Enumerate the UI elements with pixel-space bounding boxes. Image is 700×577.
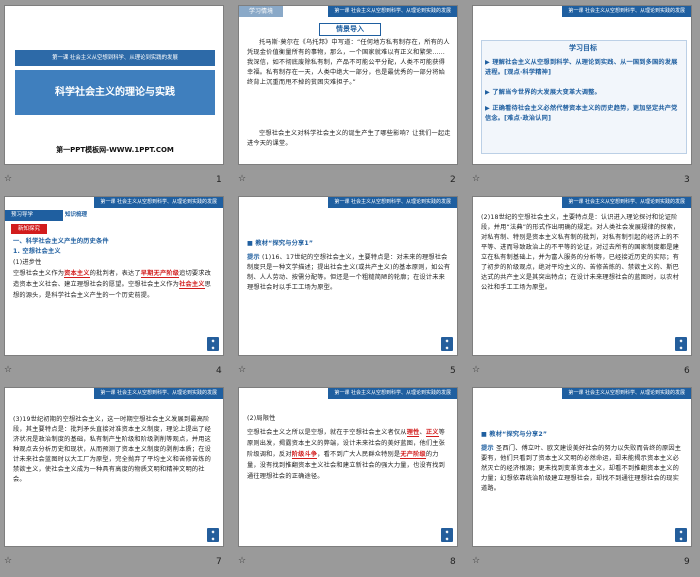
slide-4-text: 空想社会主义作为资本主义的批判者，表达了早期无产阶级追切要求改造资本主义社会、建… xyxy=(13,268,217,301)
slide-2-para2: 空想社会主义对科学社会主义的诞生产生了哪些影响？让我们一起走进今天的课堂。 xyxy=(247,130,451,147)
slide-3-goal-1: ▶ 理解社会主义从空想到科学、从理论到实践、从一国到多国的发展进程。[观点·科学… xyxy=(485,58,681,78)
slide-1-footer: 第一PPT模板网-WWW.1PPT.COM xyxy=(56,146,174,154)
slide-3-star-icon[interactable]: ☆ xyxy=(472,174,480,184)
slide-2-header: 第一课 社会主义从空想到科学、从理论到实践的发展 xyxy=(328,6,457,17)
slide-3-goal-2: ▶ 了解当今世界的大发展大变革大调整。 xyxy=(485,88,681,98)
slide-4-tag-text: 预习导学 xyxy=(11,212,34,218)
slide-4-fill-1: 资本主义 xyxy=(64,270,90,278)
slide-2-para1: 托马斯·莫尔在《乌托邦》中写道：“任何地方私有制存在，所有的人凭现金价值衡量所有… xyxy=(247,39,450,86)
slide-6-number: 6 xyxy=(684,366,690,376)
slide-5-subhead: ■ 教材“探究与分享1” xyxy=(247,239,313,249)
slide-3-number: 3 xyxy=(684,175,690,185)
slide-4-text-1: 空想社会主义作为 xyxy=(13,270,65,277)
slide-9-subhead-text: 教材“探究与分享2” xyxy=(489,431,548,438)
slide-4-star-icon[interactable]: ☆ xyxy=(4,365,12,375)
slide-1-banner: 第一课 社会主义从空想到科学、从理论到实践的发展 xyxy=(15,50,215,66)
slide-5-return-button[interactable]: ◆ ◆ xyxy=(441,337,453,351)
slide-9-subhead: ■ 教材“探究与分享2” xyxy=(481,430,547,440)
slide-7-star-icon[interactable]: ☆ xyxy=(4,556,12,566)
slide-5-answer: (1)16、17世纪的空想社会主义，主要特点是：对未来的理想社会制度只是一种文学… xyxy=(247,254,451,291)
slide-8-number: 8 xyxy=(450,557,456,567)
slide-9-text: 提示 圣西门、傅立叶、欧文建设美好社会的努力以失败而告终的原因主要有，他们只看到… xyxy=(481,444,685,494)
slide-6-return-button[interactable]: ◆ ◆ xyxy=(675,337,687,351)
slide-4-text-2: 的批判者，表达了 xyxy=(89,270,141,277)
slide-5[interactable]: 第一课 社会主义从空想到科学、从理论到实践的发展 ■ 教材“探究与分享1” 提示… xyxy=(238,196,458,356)
slide-2[interactable]: 学习情境 第一课 社会主义从空想到科学、从理论到实践的发展 情景导入 托马斯·莫… xyxy=(238,5,458,165)
slide-4-h1: 一、科学社会主义产生的历史条件 xyxy=(13,238,109,245)
slide-3-goal-1-text: 理解社会主义从空想到科学、从理论到实践、从一国到多国的发展进程。[观点·科学精神… xyxy=(485,59,678,76)
slide-5-subhead-text: 教材“探究与分享1” xyxy=(255,240,314,247)
slide-8-fill-2: 正义 xyxy=(425,429,439,437)
slide-5-prompt: 提示 xyxy=(247,254,260,261)
slide-7[interactable]: 第一课 社会主义从空想到科学、从理论到实践的发展 (3)19世纪初期的空想社会主… xyxy=(4,387,224,547)
slide-1[interactable]: 第一课 社会主义从空想到科学、从理论到实践的发展 科学社会主义的理论与实践 第一… xyxy=(4,5,224,165)
slide-8-text-3: ，看不到广大人民群众特别是 xyxy=(317,451,401,458)
slide-7-number: 7 xyxy=(216,557,222,567)
slide-2-star-icon[interactable]: ☆ xyxy=(238,174,246,184)
slide-1-title: 科学社会主义的理论与实践 xyxy=(15,70,215,115)
slide-9-return-button[interactable]: ◆ ◆ xyxy=(675,528,687,542)
slide-9-answer: 圣西门、傅立叶、欧文建设美好社会的努力以失败而告终的原因主要有，他们只看到了资本… xyxy=(481,445,682,492)
slide-4-fill-2: 早期无产阶级 xyxy=(140,270,180,278)
slide-4-number: 4 xyxy=(216,366,222,376)
slide-7-return-button[interactable]: ◆ ◆ xyxy=(207,528,219,542)
slide-8-fill-4: 无产阶级 xyxy=(400,451,426,459)
slide-1-banner-text: 第一课 社会主义从空想到科学、从理论到实践的发展 xyxy=(52,55,178,61)
slide-6-text: (2)18世纪的空想社会主义，主要特点是：认识进入理论探讨和论证阶段，并用“法典… xyxy=(481,214,680,291)
slide-6-header: 第一课 社会主义从空想到科学、从理论到实践的发展 xyxy=(562,197,691,208)
slide-4-header: 第一课 社会主义从空想到科学、从理论到实践的发展 xyxy=(94,197,223,208)
slide-2-heading-text: 情景导入 xyxy=(336,25,364,33)
slide-2-heading: 情景导入 xyxy=(319,23,381,36)
slide-9[interactable]: 第一课 社会主义从空想到科学、从理论到实践的发展 ■ 教材“探究与分享2” 提示… xyxy=(472,387,692,547)
slide-5-star-icon[interactable]: ☆ xyxy=(238,365,246,375)
slide-3-heading: 学习目标 xyxy=(569,44,597,52)
slide-8-fill-3: 阶级斗争 xyxy=(291,451,318,459)
slide-8-return-button[interactable]: ◆ ◆ xyxy=(441,528,453,542)
slide-8-text-1: 空想社会主义之所以是空想，就在于空想社会主义者仅从 xyxy=(247,429,407,436)
slide-4-subtag: 新知探究 xyxy=(11,224,47,234)
slide-1-star-icon[interactable]: ☆ xyxy=(4,174,12,184)
slide-4-fill-3: 社会主义 xyxy=(179,281,205,289)
slide-2-tag: 学习情境 xyxy=(239,6,283,17)
slide-4-return-button[interactable]: ◆ ◆ xyxy=(207,337,219,351)
slide-4-tag: 预习导学 xyxy=(5,210,63,221)
slide-8-star-icon[interactable]: ☆ xyxy=(238,556,246,566)
slide-6-star-icon[interactable]: ☆ xyxy=(472,365,480,375)
slide-7-text: (3)19世纪初期的空想社会主义，这一时期空想社会主义发展到最高阶段，其主要特点… xyxy=(13,416,212,483)
slide-9-prompt: 提示 xyxy=(481,445,494,452)
slide-9-number: 9 xyxy=(684,557,690,567)
slide-2-number: 2 xyxy=(450,175,456,185)
slide-3-goal-3: ▶ 正确看待社会主义必然代替资本主义的历史趋势，更加坚定共产党信念。[难点·政治… xyxy=(485,104,681,124)
slide-3-header: 第一课 社会主义从空想到科学、从理论到实践的发展 xyxy=(562,6,691,17)
slide-4-tag2: 知识梳理 xyxy=(65,212,88,218)
slide-4[interactable]: 预习导学 知识梳理 第一课 社会主义从空想到科学、从理论到实践的发展 新知探究 … xyxy=(4,196,224,356)
slide-3[interactable]: 第一课 社会主义从空想到科学、从理论到实践的发展 学习目标 ▶ 理解社会主义从空… xyxy=(472,5,692,165)
slide-1-number: 1 xyxy=(216,175,222,185)
slide-4-h2: 1. 空想社会主义 xyxy=(13,248,61,255)
slide-3-goal-2-text: 了解当今世界的大发展大变革大调整。 xyxy=(492,89,601,96)
slide-8[interactable]: 第一课 社会主义从空想到科学、从理论到实践的发展 (2)局限性 空想社会主义之所… xyxy=(238,387,458,547)
slide-5-text: 提示 (1)16、17世纪的空想社会主义，主要特点是：对未来的理想社会制度只是一… xyxy=(247,253,451,293)
slide-5-header: 第一课 社会主义从空想到科学、从理论到实践的发展 xyxy=(328,197,457,208)
slide-8-header: 第一课 社会主义从空想到科学、从理论到实践的发展 xyxy=(328,388,457,399)
slide-8-text: 空想社会主义之所以是空想，就在于空想社会主义者仅从理性、正义等原则出发，揭露资本… xyxy=(247,429,446,480)
slide-7-header: 第一课 社会主义从空想到科学、从理论到实践的发展 xyxy=(94,388,223,399)
slide-9-star-icon[interactable]: ☆ xyxy=(472,556,480,566)
slide-8-h3: (2)局限性 xyxy=(247,415,276,422)
slide-9-header: 第一课 社会主义从空想到科学、从理论到实践的发展 xyxy=(562,388,691,399)
slide-5-number: 5 xyxy=(450,366,456,376)
slide-3-goal-3-text: 正确看待社会主义必然代替资本主义的历史趋势，更加坚定共产党信念。[难点·政治认同… xyxy=(485,105,678,122)
slide-4-h3: (1)进步性 xyxy=(13,259,42,266)
slide-6[interactable]: 第一课 社会主义从空想到科学、从理论到实践的发展 (2)18世纪的空想社会主义，… xyxy=(472,196,692,356)
slide-8-fill-1: 理性 xyxy=(406,429,420,437)
